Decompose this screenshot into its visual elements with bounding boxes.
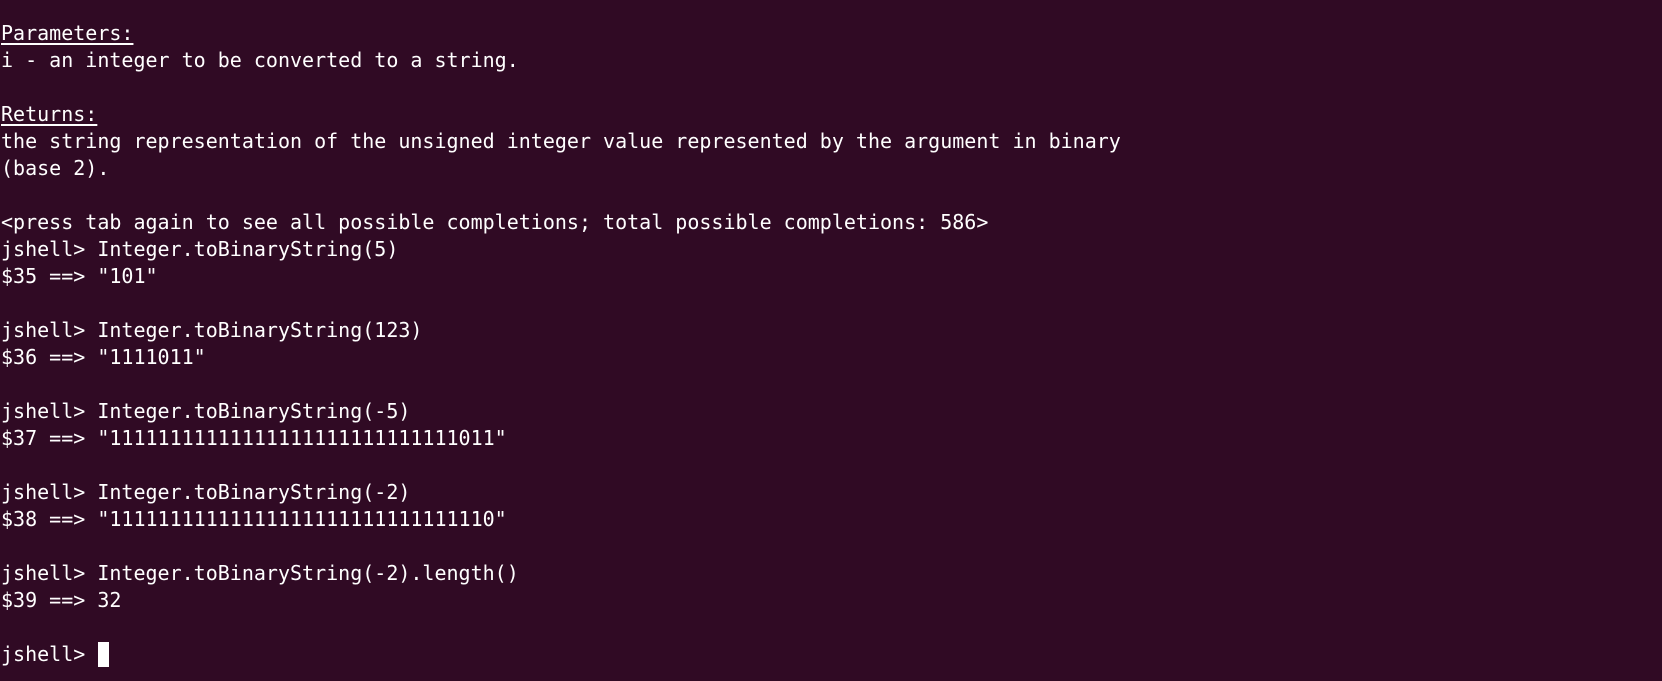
command-line: jshell> Integer.toBinaryString(-2).lengt… xyxy=(1,560,1656,587)
result-line: $39 ==> 32 xyxy=(1,588,122,612)
returns-text-line-1: the string representation of the unsigne… xyxy=(1,129,1121,153)
params-text: i - an integer to be converted to a stri… xyxy=(1,48,519,72)
command-text: Integer.toBinaryString(5) xyxy=(97,237,399,261)
params-header-line: Parameters: xyxy=(1,20,1656,47)
prompt: jshell> xyxy=(1,318,98,342)
params-header: Parameters: xyxy=(1,21,134,45)
command-line: jshell> Integer.toBinaryString(5) xyxy=(1,236,1656,263)
command-line: jshell> Integer.toBinaryString(-2) xyxy=(1,479,1656,506)
completion-hint: <press tab again to see all possible com… xyxy=(1,210,989,234)
result-line: $37 ==> "1111111111111111111111111111101… xyxy=(1,426,507,450)
command-text: Integer.toBinaryString(-5) xyxy=(97,399,411,423)
prompt: jshell> xyxy=(1,237,98,261)
prompt: jshell> xyxy=(1,561,98,585)
result-line: $35 ==> "101" xyxy=(1,264,158,288)
returns-text-line-2: (base 2). xyxy=(1,156,110,180)
command-text: Integer.toBinaryString(123) xyxy=(97,318,423,342)
result-line: $38 ==> "1111111111111111111111111111111… xyxy=(1,507,507,531)
text-cursor[interactable] xyxy=(98,642,110,667)
command-text: Integer.toBinaryString(-2).length() xyxy=(97,561,519,585)
prompt: jshell> xyxy=(1,480,98,504)
command-text: Integer.toBinaryString(-2) xyxy=(97,480,411,504)
command-line: jshell> Integer.toBinaryString(123) xyxy=(1,317,1656,344)
prompt: jshell> xyxy=(1,399,98,423)
active-input-line[interactable]: jshell> xyxy=(1,641,1656,668)
result-line: $36 ==> "1111011" xyxy=(1,345,206,369)
current-prompt: jshell> xyxy=(1,642,98,666)
returns-header-line: Returns: xyxy=(1,101,1656,128)
terminal-window[interactable]: Parameters: i - an integer to be convert… xyxy=(1,20,1656,681)
returns-header: Returns: xyxy=(1,102,98,126)
command-line: jshell> Integer.toBinaryString(-5) xyxy=(1,398,1656,425)
